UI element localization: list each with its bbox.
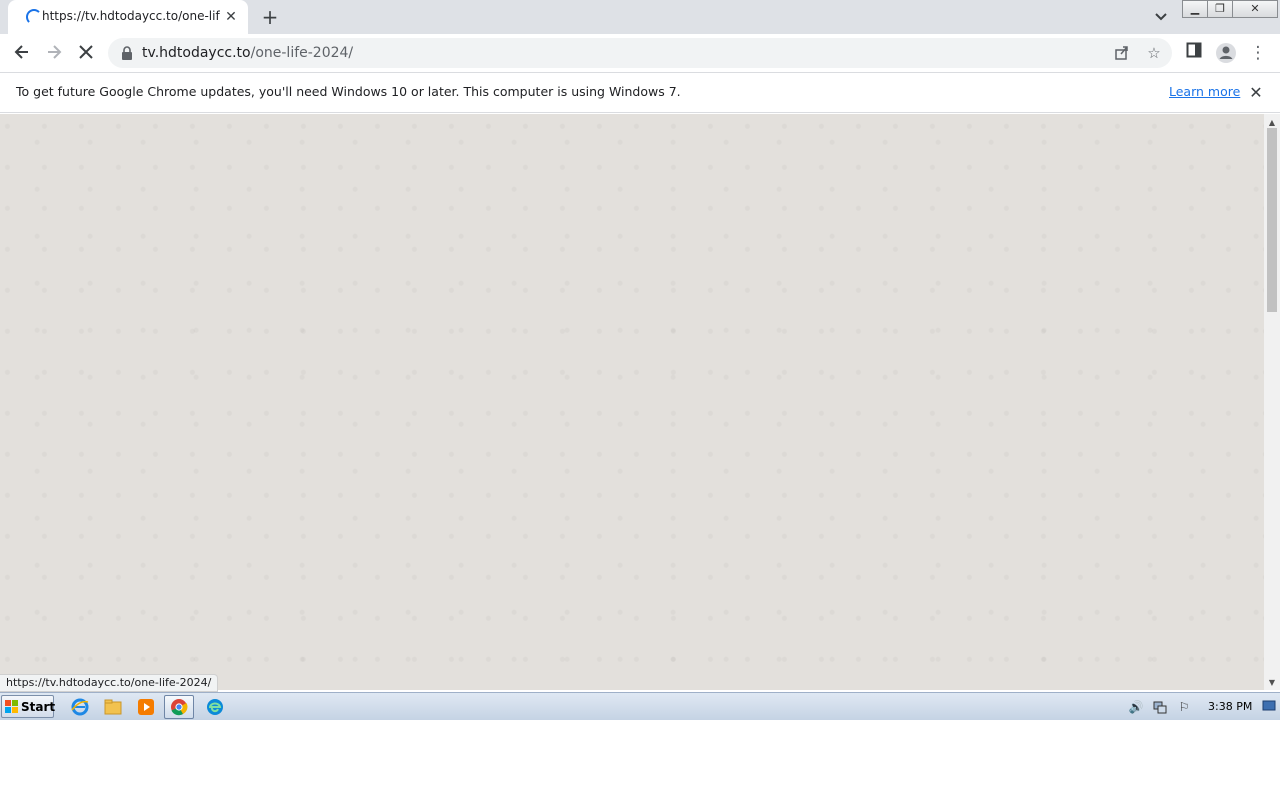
share-icon[interactable] <box>1112 43 1132 63</box>
media-player-icon[interactable] <box>131 695 161 719</box>
tab-close-icon[interactable]: ✕ <box>222 8 240 26</box>
start-button[interactable]: Start <box>1 695 56 718</box>
browser-tab[interactable]: https://tv.hdtodaycc.to/one-life-2024 ✕ <box>8 0 248 34</box>
restore-icon[interactable]: ❐ <box>1207 0 1233 18</box>
network-icon[interactable] <box>1152 699 1168 715</box>
star-icon[interactable]: ☆ <box>1144 43 1164 63</box>
scroll-thumb[interactable] <box>1267 128 1277 312</box>
scroll-down-arrow-icon[interactable]: ▼ <box>1264 676 1280 690</box>
url-path: /one-life-2024/ <box>250 45 354 61</box>
stop-icon[interactable] <box>74 42 98 64</box>
learn-more-link[interactable]: Learn more <box>1169 84 1240 99</box>
internet-explorer-icon[interactable] <box>65 695 95 719</box>
tab-strip: https://tv.hdtodaycc.to/one-life-2024 ✕ … <box>0 0 1280 34</box>
windows-taskbar: Start 🔊 ⚐ 3:38 PM <box>0 692 1280 720</box>
page-content: ANY RUN <box>0 114 1264 784</box>
file-explorer-icon[interactable] <box>98 695 128 719</box>
update-infobar: To get future Google Chrome updates, you… <box>0 72 1280 113</box>
edge-icon[interactable] <box>200 695 230 719</box>
back-icon[interactable] <box>10 42 34 64</box>
menu-icon[interactable]: ⋮ <box>1246 42 1270 64</box>
address-bar[interactable]: tv.hdtodaycc.to/one-life-2024/ ☆ <box>108 38 1172 68</box>
windows-logo-icon <box>5 700 18 713</box>
minimize-icon[interactable]: ▁ <box>1182 0 1208 18</box>
new-tab-icon[interactable]: + <box>258 5 282 29</box>
action-center-flag-icon[interactable]: ⚐ <box>1176 699 1192 715</box>
tab-search-icon[interactable] <box>1150 7 1172 27</box>
window-controls: ▁ ❐ ✕ <box>1182 0 1278 18</box>
volume-icon[interactable]: 🔊 <box>1128 699 1144 715</box>
anyrun-watermark: ANY RUN <box>1040 724 1240 784</box>
lock-icon[interactable] <box>120 45 134 61</box>
tab-title: https://tv.hdtodaycc.to/one-life-2024 <box>42 9 220 23</box>
forward-icon[interactable] <box>42 42 66 64</box>
side-panel-icon[interactable] <box>1182 42 1206 64</box>
page-scrollbar[interactable]: ▲ ▼ <box>1264 114 1280 690</box>
taskbar-clock[interactable]: 3:38 PM <box>1208 700 1252 713</box>
infobar-close-icon[interactable]: ✕ <box>1246 83 1266 103</box>
show-desktop-icon[interactable] <box>1262 698 1276 712</box>
window-close-icon[interactable]: ✕ <box>1232 0 1278 18</box>
watermark-text-left: ANY <box>1040 731 1130 780</box>
loading-spinner-icon <box>26 9 42 25</box>
system-tray: 🔊 ⚐ <box>1122 695 1280 719</box>
watermark-text-right: RUN <box>1152 731 1240 780</box>
status-bubble: https://tv.hdtodaycc.to/one-life-2024/ <box>0 674 219 692</box>
address-url: tv.hdtodaycc.to/one-life-2024/ <box>142 45 353 61</box>
start-label: Start <box>21 700 56 714</box>
chrome-icon[interactable] <box>164 695 194 719</box>
browser-toolbar: tv.hdtodaycc.to/one-life-2024/ ☆ ⋮ <box>0 34 1280 72</box>
infobar-message: To get future Google Chrome updates, you… <box>16 84 681 99</box>
profile-icon[interactable] <box>1214 42 1238 64</box>
url-host: tv.hdtodaycc.to <box>142 45 251 61</box>
